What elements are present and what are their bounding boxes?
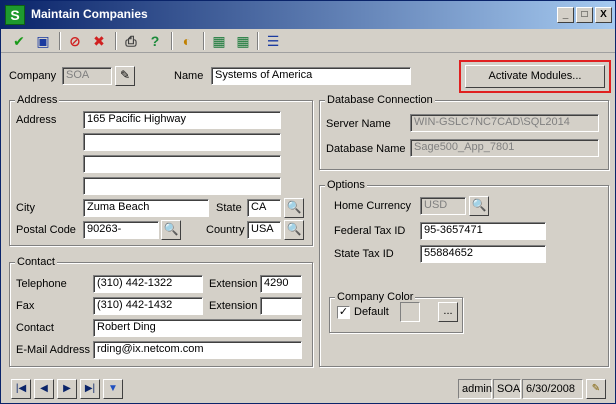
address-line1-field[interactable]: 165 Pacific Highway <box>83 111 281 129</box>
minimize-button[interactable]: _ <box>557 7 574 23</box>
state-lookup-icon[interactable]: 🔍 <box>284 198 304 218</box>
toolbar: ✔ ▣ ⊘ ✖ ⎙ ? ◐ ▦ ▦ ☰ <box>1 29 615 53</box>
toolbar-separator <box>257 32 259 50</box>
save-icon[interactable]: ▣ <box>33 31 53 51</box>
postal-lookup-icon[interactable]: 🔍 <box>161 220 181 240</box>
address-line4-field[interactable] <box>83 177 281 195</box>
fax-extension-label: Extension <box>209 300 258 312</box>
country-label: Country <box>206 224 245 236</box>
color-swatch <box>400 302 420 322</box>
sage-app-icon: S <box>5 5 25 25</box>
fax-label: Fax <box>16 300 35 312</box>
city-field[interactable]: Zuma Beach <box>83 199 209 217</box>
database-name-label: Database Name <box>326 143 406 155</box>
city-label: City <box>16 202 35 214</box>
address-group-title: Address <box>15 94 60 106</box>
company-label: Company <box>9 70 57 82</box>
notes-icon[interactable]: ✎ <box>586 379 606 399</box>
choose-color-button[interactable]: ... <box>438 302 458 322</box>
previous-record-button[interactable]: ◀ <box>34 379 54 399</box>
home-currency-field[interactable]: USD <box>420 197 466 215</box>
address-line3-field[interactable] <box>83 155 281 173</box>
title-bar[interactable]: S Maintain Companies _ □ X <box>1 1 615 29</box>
database-group-title: Database Connection <box>325 94 435 106</box>
status-bar: |◀ ◀ ▶ ▶| ▼ admin SOA 6/30/2008 ✎ <box>1 375 615 403</box>
last-record-button[interactable]: ▶| <box>80 379 100 399</box>
contact-field[interactable]: Robert Ding <box>93 319 302 337</box>
window-title: Maintain Companies <box>31 7 148 21</box>
address-label: Address <box>16 114 57 126</box>
help-icon[interactable]: ? <box>145 31 165 51</box>
activate-modules-button[interactable]: Activate Modules... <box>465 65 605 88</box>
color-wheel-icon[interactable]: ◐ <box>177 31 197 51</box>
spreadsheet-import-icon[interactable]: ▦ <box>233 31 253 51</box>
toolbar-separator <box>171 32 173 50</box>
options-group-title: Options <box>325 179 367 191</box>
spreadsheet-export-icon[interactable]: ▦ <box>209 31 229 51</box>
next-record-button[interactable]: ▶ <box>57 379 77 399</box>
telephone-label: Telephone <box>16 278 67 290</box>
toolbar-separator <box>115 32 117 50</box>
maintain-companies-window: S Maintain Companies _ □ X ✔ ▣ ⊘ ✖ ⎙ ? ◐… <box>0 0 616 404</box>
extension-field[interactable]: 4290 <box>260 275 302 293</box>
email-field[interactable]: rding@ix.netcom.com <box>93 341 302 359</box>
close-button[interactable]: X <box>595 7 612 23</box>
check-icon[interactable]: ✔ <box>9 31 29 51</box>
database-connection-group <box>319 100 609 170</box>
contact-label: Contact <box>16 322 54 334</box>
toolbar-separator <box>203 32 205 50</box>
country-lookup-icon[interactable]: 🔍 <box>284 220 304 240</box>
address-line2-field[interactable] <box>83 133 281 151</box>
federal-tax-field[interactable]: 95-3657471 <box>420 222 546 240</box>
country-field[interactable]: USA <box>247 221 281 239</box>
fax-extension-field[interactable] <box>260 297 302 315</box>
status-company: SOA <box>493 379 521 399</box>
default-color-checkbox[interactable]: ✓ <box>337 306 350 319</box>
state-label: State <box>216 202 242 214</box>
federal-tax-label: Federal Tax ID <box>334 225 406 237</box>
extension-label: Extension <box>209 278 258 290</box>
contact-group-title: Contact <box>15 256 57 268</box>
telephone-field[interactable]: (310) 442-1322 <box>93 275 203 293</box>
database-name-field[interactable]: Sage500_App_7801 <box>410 139 599 157</box>
postal-code-label: Postal Code <box>16 224 76 236</box>
state-tax-label: State Tax ID <box>334 248 394 260</box>
status-date: 6/30/2008 <box>522 379 583 399</box>
company-lookup-icon[interactable]: ✎ <box>115 66 135 86</box>
state-field[interactable]: CA <box>247 199 281 217</box>
home-currency-label: Home Currency <box>334 200 412 212</box>
print-icon[interactable]: ⎙ <box>121 31 141 51</box>
email-label: E-Mail Address <box>16 344 90 356</box>
toolbar-separator <box>59 32 61 50</box>
currency-lookup-icon[interactable]: 🔍 <box>469 196 489 216</box>
name-field[interactable]: Systems of America <box>211 67 411 85</box>
server-name-field[interactable]: WIN-GSLC7NC7CAD\SQL2014 <box>410 114 599 132</box>
filter-icon[interactable]: ▼ <box>103 379 123 399</box>
maximize-button[interactable]: □ <box>576 7 593 23</box>
status-user: admin <box>458 379 492 399</box>
server-name-label: Server Name <box>326 118 391 130</box>
delete-icon[interactable]: ✖ <box>89 31 109 51</box>
cancel-icon[interactable]: ⊘ <box>65 31 85 51</box>
name-label: Name <box>174 70 204 82</box>
company-field[interactable]: SOA <box>62 67 112 85</box>
default-color-label: Default <box>354 306 389 318</box>
postal-code-field[interactable]: 90263- <box>83 221 159 239</box>
first-record-button[interactable]: |◀ <box>11 379 31 399</box>
state-tax-field[interactable]: 55884652 <box>420 245 546 263</box>
fax-field[interactable]: (310) 442-1432 <box>93 297 203 315</box>
properties-icon[interactable]: ☰ <box>263 31 283 51</box>
